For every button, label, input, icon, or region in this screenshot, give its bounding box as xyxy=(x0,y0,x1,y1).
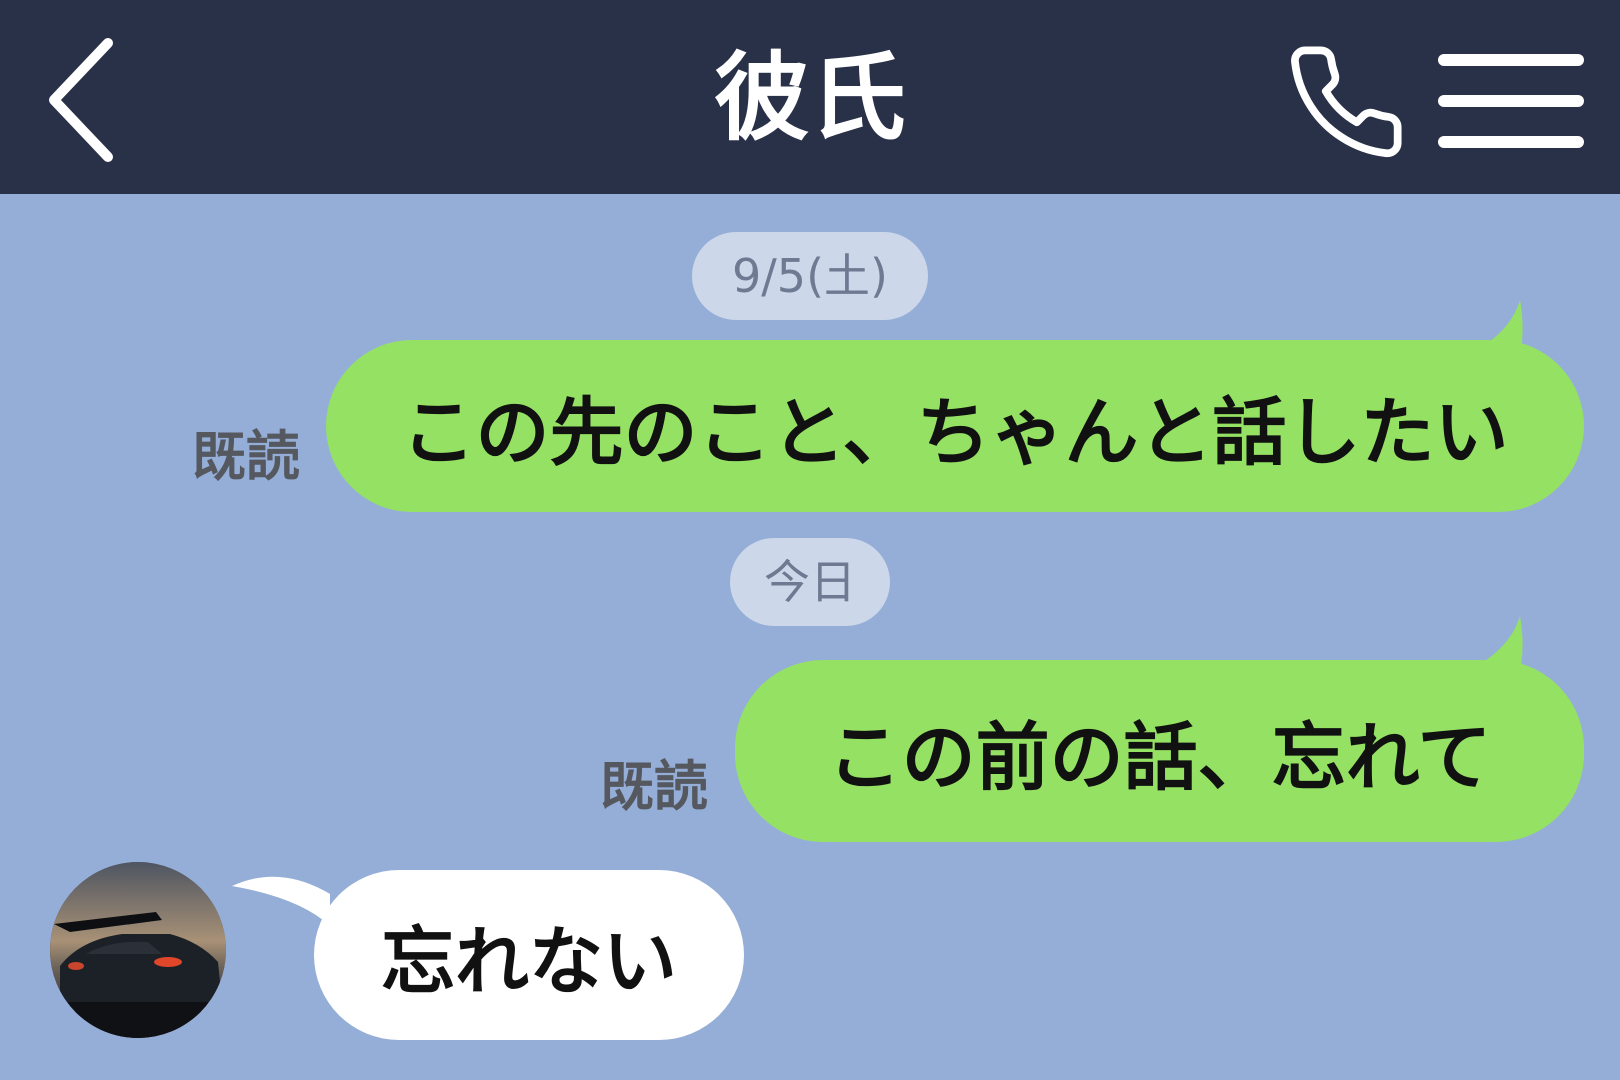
received-message-bubble[interactable]: 忘れない xyxy=(314,870,744,1040)
avatar[interactable] xyxy=(50,862,226,1038)
read-receipt: 既読 xyxy=(600,755,708,818)
read-receipt: 既読 xyxy=(192,425,300,488)
avatar-car-photo xyxy=(50,862,226,1038)
phone-icon xyxy=(1291,46,1402,158)
sent-message-bubble[interactable]: この先のこと、ちゃんと話したい xyxy=(326,340,1584,512)
sent-message-bubble[interactable]: この前の話、忘れて xyxy=(735,660,1584,842)
chat-screen: 彼氏 9/5(土) 既読 この先のこと、ちゃんと話したい 今日 既読 この前の話… xyxy=(0,0,1620,1080)
date-separator: 9/5(土) xyxy=(692,232,928,320)
call-button[interactable] xyxy=(1282,40,1410,164)
hamburger-menu-icon xyxy=(1438,54,1584,148)
date-separator: 今日 xyxy=(730,538,890,626)
chat-header: 彼氏 xyxy=(0,0,1620,194)
menu-button[interactable] xyxy=(1436,48,1586,154)
